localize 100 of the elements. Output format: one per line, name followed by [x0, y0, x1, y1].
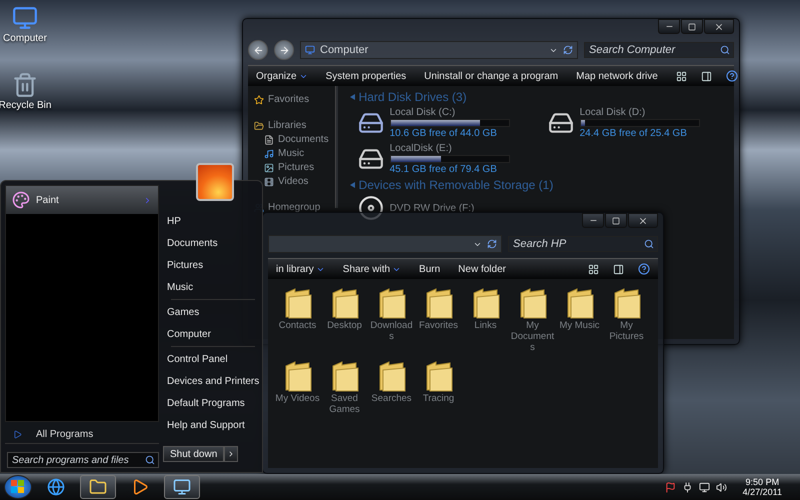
nav-item[interactable]: Pictures — [254, 162, 329, 173]
drive-name: LocalDisk (E:) — [390, 143, 453, 154]
maximize-icon — [612, 216, 620, 224]
toolbar-button[interactable]: New folder — [458, 264, 506, 274]
folder-label[interactable]: Desktop — [322, 321, 368, 332]
toolbar-button[interactable]: Uninstall or change a program — [424, 70, 558, 82]
nav-item[interactable]: Music — [254, 148, 329, 159]
menu-item[interactable]: Default Programs — [163, 392, 260, 414]
computer-icon[interactable] — [12, 5, 38, 31]
view-options-icon[interactable] — [676, 70, 687, 82]
folder-icon — [282, 360, 312, 392]
menu-item[interactable]: Music — [163, 276, 260, 298]
program-item[interactable]: Paint — [6, 186, 158, 214]
monitor-icon — [173, 478, 191, 496]
nav-item[interactable]: Documents — [254, 134, 329, 145]
user-picture — [196, 163, 234, 201]
folder-label[interactable]: My Pictures — [604, 321, 650, 343]
close-icon — [638, 216, 648, 226]
trash-icon[interactable] — [12, 72, 38, 98]
clock-date: 4/27/2011 — [742, 487, 782, 497]
picture-icon — [264, 162, 274, 172]
search-field[interactable]: Search programs and files — [7, 452, 159, 468]
preview-pane-icon[interactable] — [700, 70, 712, 82]
toolbar-button[interactable]: Share with — [342, 264, 402, 274]
search-field[interactable]: Search HP — [508, 236, 658, 252]
folder-label[interactable]: Saved Games — [322, 394, 368, 416]
nav-item[interactable]: Libraries — [254, 120, 329, 131]
folder-label[interactable]: Searches — [368, 394, 414, 405]
collapse-arrow-icon[interactable] — [350, 94, 355, 100]
view-options-icon[interactable] — [588, 264, 599, 274]
help-icon[interactable] — [638, 263, 650, 275]
folder-label[interactable]: Links — [462, 321, 508, 332]
volume-icon[interactable] — [716, 482, 727, 492]
folder-label[interactable]: My Documents — [510, 321, 556, 354]
library-icon — [254, 120, 264, 130]
folder-label[interactable]: My Music — [556, 321, 602, 332]
collapse-arrow-icon[interactable] — [350, 182, 355, 188]
menu-item[interactable]: Control Panel — [163, 348, 260, 370]
music-note-icon — [264, 148, 274, 158]
folder-icon — [282, 287, 312, 319]
maximize-icon — [688, 22, 696, 30]
flag-icon[interactable] — [664, 482, 676, 492]
folder-icon — [470, 287, 500, 319]
search-icon — [145, 455, 155, 465]
refresh-icon[interactable] — [563, 45, 573, 55]
close-button[interactable] — [704, 19, 734, 34]
maximize-button[interactable] — [605, 213, 627, 228]
menu-item[interactable]: Pictures — [163, 254, 260, 276]
free-space-text: 24.4 GB free of 25.4 GB — [580, 128, 688, 139]
folder-label[interactable]: My Videos — [274, 394, 320, 405]
free-space-text: 45.1 GB free of 79.4 GB — [390, 164, 498, 175]
power-icon[interactable] — [682, 482, 693, 492]
menu-item[interactable]: HP — [163, 210, 260, 232]
network-icon[interactable] — [698, 482, 710, 492]
menu-item[interactable]: Help and Support — [163, 414, 260, 436]
taskbar-button[interactable] — [164, 475, 200, 499]
drive-name: Local Disk (C:) — [390, 107, 456, 118]
forward-button[interactable] — [274, 40, 294, 60]
clock-time: 9:50 PM — [746, 477, 780, 487]
back-icon — [252, 44, 264, 56]
help-icon[interactable] — [726, 70, 738, 82]
nav-item[interactable]: Favorites — [254, 94, 329, 105]
shut-down-options-button[interactable] — [224, 446, 238, 462]
nav-item[interactable]: Videos — [254, 176, 329, 187]
all-programs-button[interactable]: All Programs — [5, 426, 159, 444]
folder-icon — [564, 287, 594, 319]
document-icon — [264, 134, 274, 144]
start-button[interactable] — [4, 475, 32, 499]
toolbar-button[interactable]: System properties — [326, 70, 406, 82]
shut-down-button[interactable]: Shut down — [163, 446, 224, 462]
menu-item[interactable]: Computer — [163, 323, 260, 345]
preview-pane-icon[interactable] — [613, 264, 624, 274]
folder-icon — [376, 360, 406, 392]
close-button[interactable] — [628, 213, 658, 228]
back-button[interactable] — [248, 40, 268, 60]
toolbar-button[interactable]: Organize — [256, 70, 308, 82]
search-field[interactable]: Search Computer — [584, 42, 734, 58]
folder-icon — [89, 478, 107, 496]
windows-logo-icon — [11, 480, 25, 494]
folder-icon — [424, 287, 454, 319]
folder-icon — [518, 287, 548, 319]
folder-label[interactable]: Tracing — [416, 394, 462, 405]
folder-label[interactable]: Downloads — [368, 321, 414, 343]
folder-label[interactable]: Favorites — [416, 321, 462, 332]
computer-icon — [305, 45, 315, 55]
folder-icon — [330, 287, 360, 319]
toolbar-button[interactable]: in library — [276, 264, 325, 274]
folder-icon — [612, 287, 642, 319]
menu-item[interactable]: Documents — [163, 232, 260, 254]
taskbar-button[interactable] — [80, 475, 116, 499]
menu-item[interactable]: Games — [163, 301, 260, 323]
refresh-icon[interactable] — [487, 239, 497, 249]
toolbar-button[interactable]: Burn — [419, 264, 440, 274]
film-icon — [264, 176, 274, 186]
menu-item[interactable]: Devices and Printers — [163, 370, 260, 392]
address-bar[interactable]: Computer — [300, 41, 578, 59]
maximize-button[interactable] — [681, 19, 703, 34]
folder-label[interactable]: Contacts — [274, 321, 320, 332]
free-space-text: 10.6 GB free of 44.0 GB — [390, 128, 498, 139]
toolbar-button[interactable]: Map network drive — [576, 70, 658, 82]
